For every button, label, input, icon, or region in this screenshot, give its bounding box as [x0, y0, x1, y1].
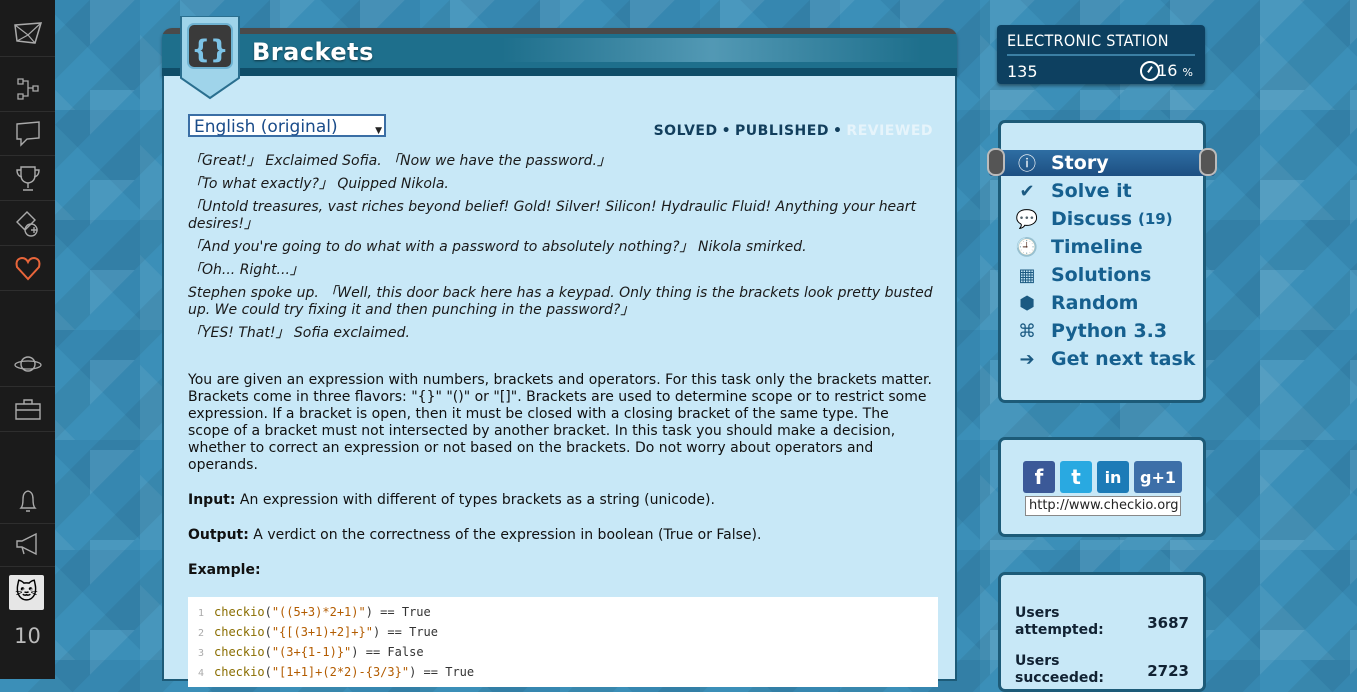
bolt-icon	[1199, 148, 1217, 176]
story-line: 「Great!」 Exclaimed Sofia. 「Now we have t…	[188, 153, 611, 169]
nav-item-solutions[interactable]: ▦ Solutions	[1015, 262, 1151, 288]
station-percent: 16 %	[1157, 61, 1193, 80]
trophy-icon[interactable]	[0, 156, 55, 201]
clock-icon: 🕘	[1015, 236, 1039, 258]
checkmark-icon: ✔	[1019, 180, 1035, 202]
twitter-icon[interactable]: t	[1060, 461, 1092, 493]
nav-item-story[interactable]: ⓘ Story	[1015, 150, 1109, 176]
share-panel: f t in g+1 http://www.checkio.org	[998, 437, 1206, 537]
station-progress-bar	[1007, 54, 1195, 56]
nav-item-next-task[interactable]: ➔ Get next task	[1015, 346, 1195, 372]
task-panel: Brackets {} English (original) ▼ SOLVED •…	[162, 16, 957, 687]
status-reviewed: REVIEWED	[846, 123, 933, 139]
input-spec: Input: An expression with different of t…	[188, 492, 933, 509]
story-line: 「Untold treasures, vast riches beyond be…	[188, 199, 916, 232]
nav-item-random[interactable]: ⬢ Random	[1015, 290, 1138, 316]
nav-story[interactable]: ⓘ Story	[987, 148, 1217, 176]
attempted-value: 3687	[1147, 614, 1189, 632]
code-line: 2 checkio("{[(3+1)+2]+}") == True	[197, 625, 438, 639]
nav-item-solve[interactable]: ✔ Solve it	[1015, 178, 1131, 204]
succeeded-value: 2723	[1147, 662, 1189, 680]
output-spec: Output: A verdict on the correctness of …	[188, 527, 933, 544]
logo-icon[interactable]	[0, 12, 55, 57]
task-body: English (original) ▼ SOLVED • PUBLISHED • RE…	[162, 76, 957, 687]
share-url-field[interactable]: http://www.checkio.org	[1025, 496, 1181, 516]
bolt-icon	[987, 148, 1005, 176]
output-text: A verdict on the correctness of the expr…	[253, 527, 762, 543]
left-rail: 🐱 10	[0, 0, 55, 679]
nav-item-python[interactable]: ⌘ Python 3.3	[1015, 318, 1167, 344]
code-line: 3 checkio("(3+{1-1)}") == False	[197, 645, 424, 659]
story-line: Stephen spoke up. 「Well, this door back …	[188, 285, 933, 318]
megaphone-icon[interactable]	[0, 522, 55, 567]
linkedin-icon[interactable]: in	[1097, 461, 1129, 493]
briefcase-icon[interactable]	[0, 387, 55, 432]
brackets-badge-icon: {}	[180, 16, 240, 100]
task-status: SOLVED • PUBLISHED • REVIEWED	[654, 123, 933, 139]
language-select-value: English (original)	[194, 117, 338, 137]
succeeded-label: Users succeeded:	[1015, 653, 1105, 686]
python-icon: ⌘	[1018, 320, 1036, 342]
favorites-icon[interactable]	[0, 246, 55, 291]
discuss-count: (19)	[1138, 210, 1173, 228]
google-plus-icon[interactable]: g+1	[1134, 461, 1182, 493]
story-line: 「And you're going to do what with a pass…	[188, 239, 807, 255]
chat-icon[interactable]	[0, 111, 55, 156]
info-icon: ⓘ	[1018, 154, 1036, 175]
facebook-icon[interactable]: f	[1023, 461, 1055, 493]
status-solved: SOLVED	[653, 123, 718, 139]
status-dot: •	[832, 123, 843, 139]
input-text: An expression with different of types br…	[239, 492, 715, 508]
attempted-label: Users attempted:	[1015, 605, 1104, 638]
chevron-down-icon: ▼	[375, 126, 382, 136]
status-published: PUBLISHED	[735, 123, 829, 139]
badge-glyph: {}	[191, 35, 228, 65]
add-mission-icon[interactable]	[0, 201, 55, 246]
task-header: Brackets	[162, 28, 957, 76]
bell-icon[interactable]	[0, 479, 55, 524]
tree-icon[interactable]	[0, 67, 55, 112]
station-progress[interactable]: ELECTRONIC STATION 135 16 %	[997, 25, 1205, 84]
status-dot: •	[721, 123, 732, 139]
discuss-icon: 💬	[1015, 208, 1039, 230]
station-count: 135	[1007, 62, 1038, 81]
cube-icon: ⬢	[1019, 292, 1035, 314]
story-line: 「To what exactly?」 Quipped Nikola.	[188, 176, 449, 192]
nav-item-timeline[interactable]: 🕘 Timeline	[1015, 234, 1143, 260]
example-heading: Example:	[188, 562, 933, 579]
input-label: Input:	[188, 492, 236, 508]
planet-icon[interactable]	[0, 342, 55, 387]
story-line: 「Oh... Right...」	[188, 262, 304, 278]
nav-item-discuss[interactable]: 💬 Discuss (19)	[1015, 206, 1173, 232]
task-nav: ⓘ Story ✔ Solve it 💬 Discuss (19) 🕘 Time…	[987, 120, 1217, 403]
arrow-right-icon: ➔	[1019, 348, 1035, 370]
code-example: 1 checkio("((5+3)*2+1)") == True 2 checkio…	[188, 597, 938, 687]
code-line: 4 checkio("[1+1]+(2*2)-{3/3}") == True	[197, 665, 475, 679]
user-level: 10	[14, 624, 41, 648]
header-glow	[502, 38, 922, 62]
avatar[interactable]: 🐱	[9, 575, 44, 610]
output-label: Output:	[188, 527, 249, 543]
task-description: You are given an expression with numbers…	[188, 372, 932, 473]
story-line: 「YES! That!」 Sofia exclaimed.	[188, 325, 410, 341]
language-select[interactable]: English (original) ▼	[188, 114, 386, 137]
stats-panel: Users attempted: 3687 Users succeeded: 2…	[998, 572, 1206, 692]
code-line: 1 checkio("((5+3)*2+1)") == True	[197, 605, 431, 619]
example-label: Example:	[188, 562, 261, 578]
station-name: ELECTRONIC STATION	[1007, 31, 1169, 50]
solutions-icon: ▦	[1018, 264, 1036, 286]
page-title: Brackets	[252, 38, 374, 66]
